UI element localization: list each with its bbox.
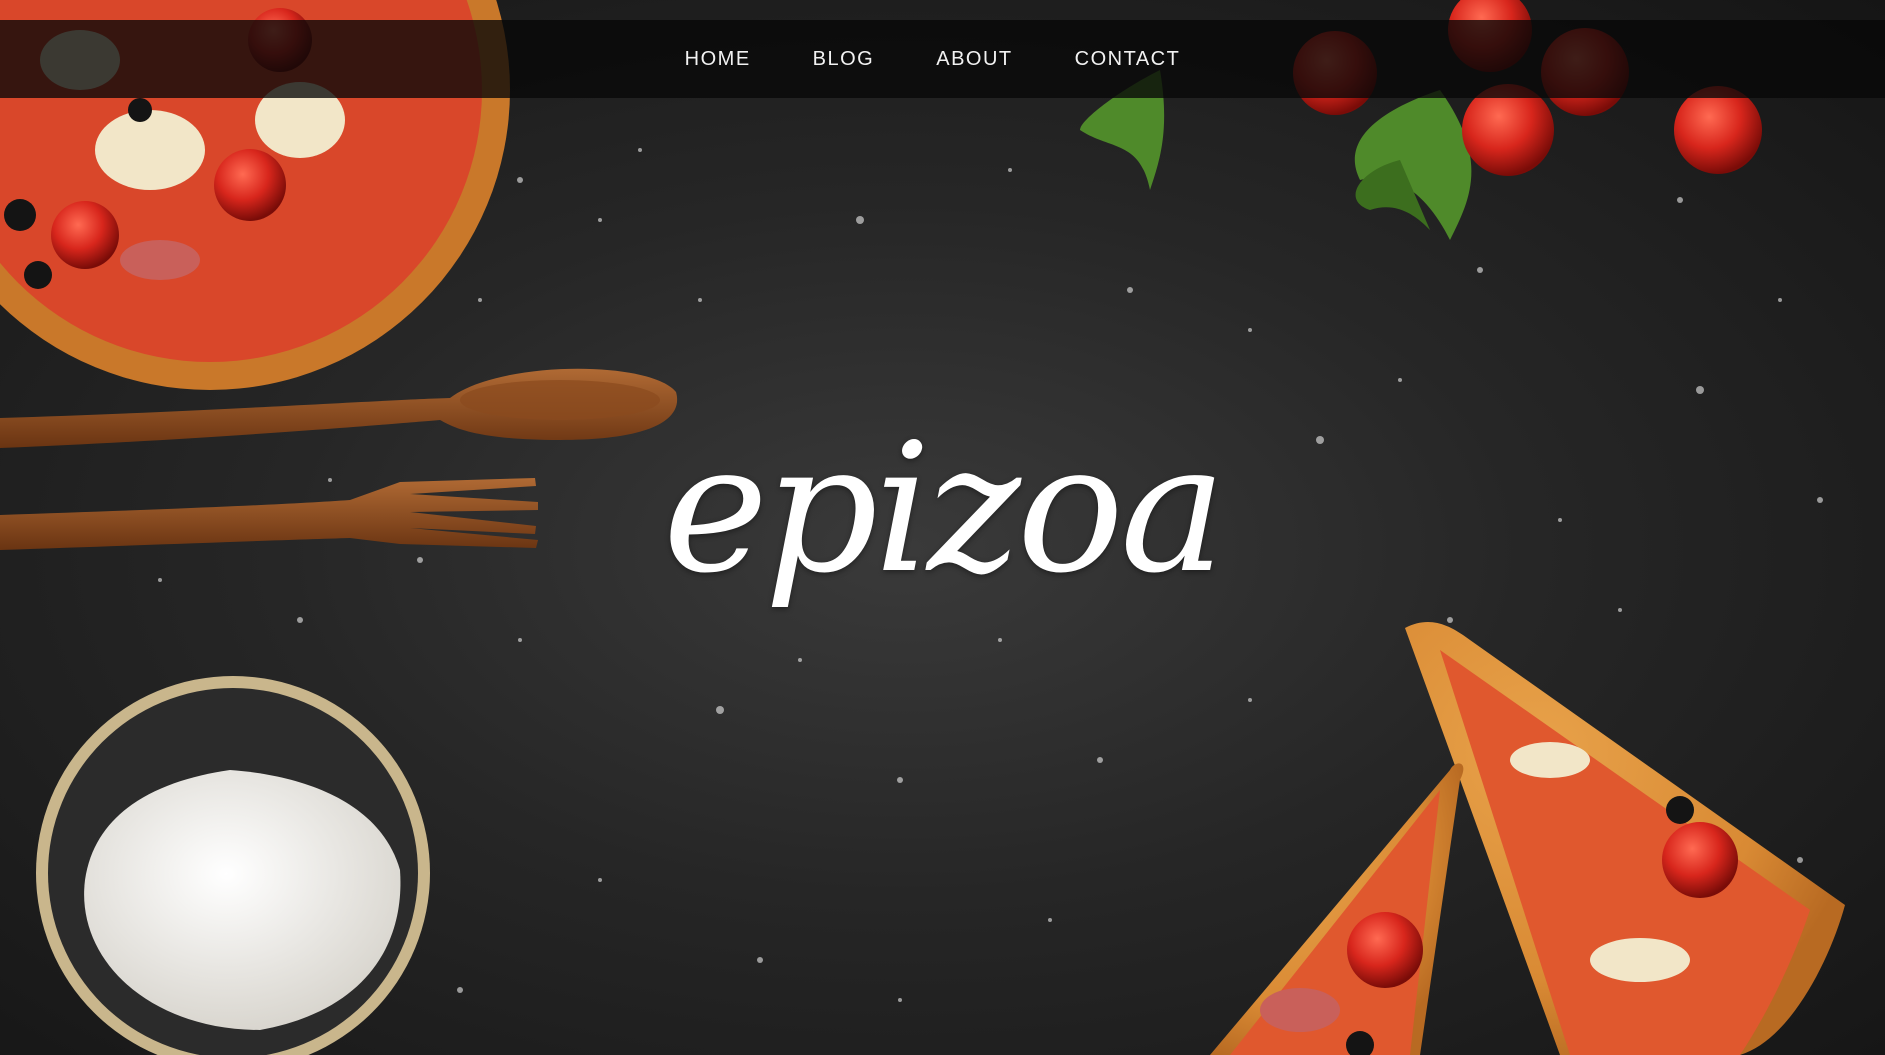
pizza-slice-small bbox=[1210, 763, 1464, 1055]
nav-blog-link[interactable]: BLOG bbox=[782, 48, 906, 71]
top-navbar: HOME BLOG ABOUT CONTACT bbox=[0, 20, 1885, 98]
nav-home-link[interactable]: HOME bbox=[654, 48, 782, 71]
nav-contact-link[interactable]: CONTACT bbox=[1044, 48, 1212, 71]
site-logo[interactable]: epizoa bbox=[0, 420, 1885, 598]
hero-section: epizoa bbox=[0, 0, 1885, 1055]
nav-about-link[interactable]: ABOUT bbox=[905, 48, 1043, 71]
nav-menu: HOME BLOG ABOUT CONTACT bbox=[654, 48, 1212, 71]
pizza-slice-large bbox=[1405, 621, 1845, 1055]
flour-bowl bbox=[36, 676, 430, 1055]
